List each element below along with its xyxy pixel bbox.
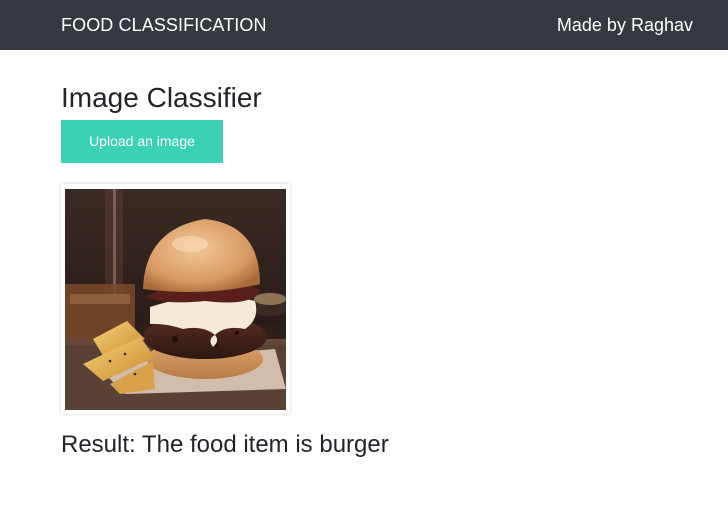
brand-link[interactable]: FOOD CLASSIFICATION xyxy=(61,14,267,36)
burger-photo xyxy=(65,189,286,410)
upload-image-button[interactable]: Upload an image xyxy=(61,120,223,163)
classification-result: Result: The food item is burger xyxy=(61,431,389,458)
top-navbar: FOOD CLASSIFICATION Made by Raghav xyxy=(0,0,728,50)
author-credit: Made by Raghav xyxy=(556,15,693,35)
page-title: Image Classifier xyxy=(61,82,262,113)
uploaded-image-preview xyxy=(61,184,290,414)
